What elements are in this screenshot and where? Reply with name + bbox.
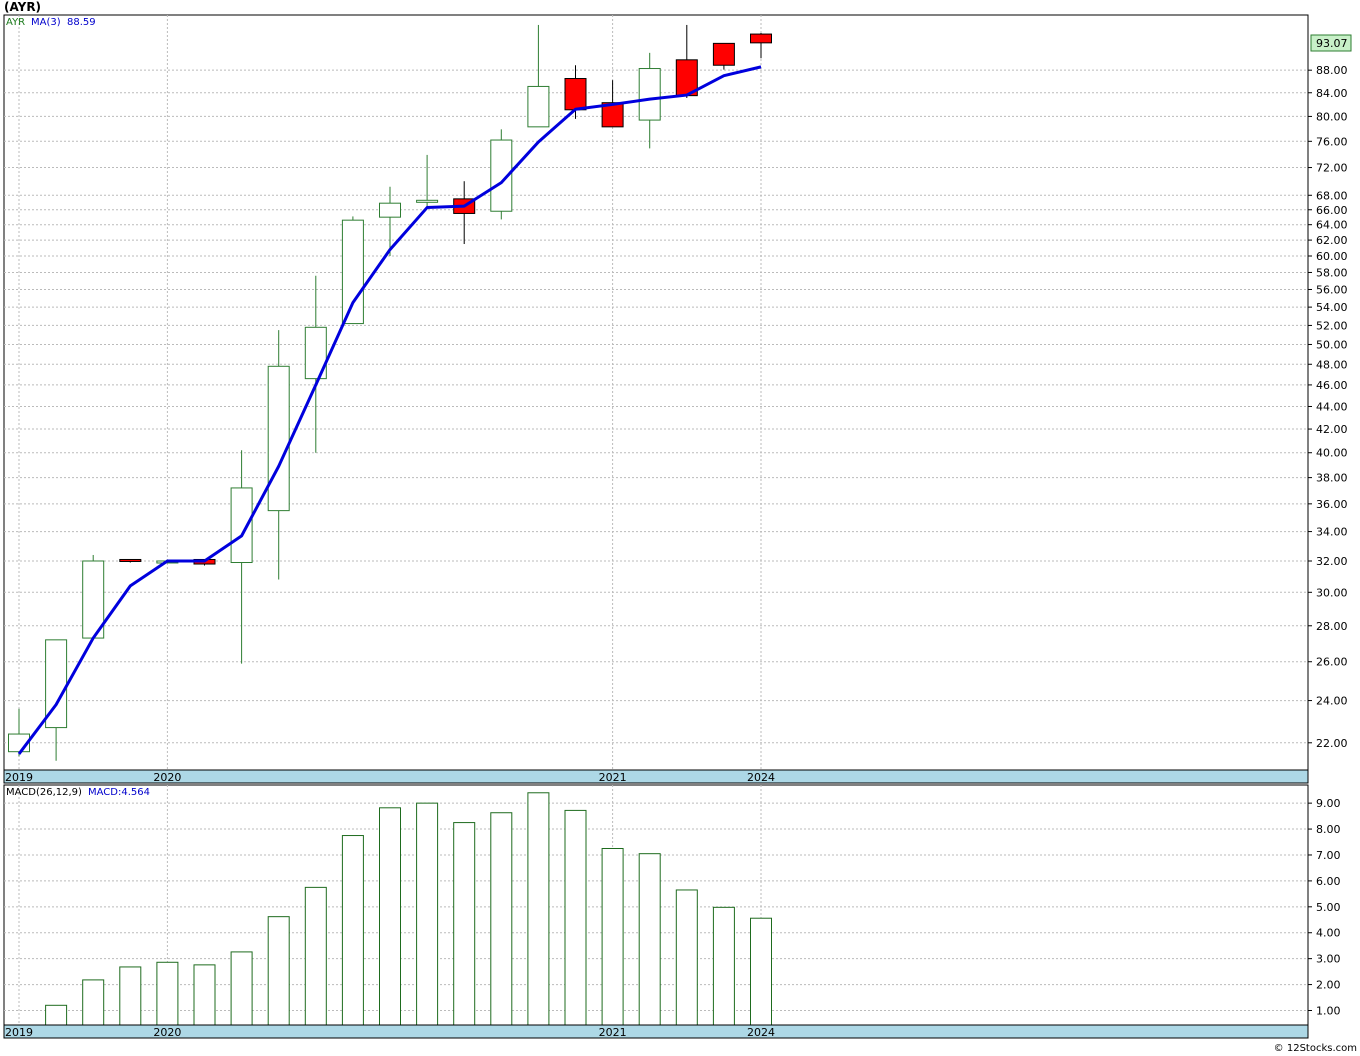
legend-ma-value: 88.59 [67, 17, 96, 28]
macd-bar [267, 916, 290, 1026]
macd-bar [230, 951, 253, 1026]
macd-tick-label: 5.00 [1316, 901, 1341, 914]
price-tick-label: 66.00 [1316, 204, 1348, 217]
price-tick-label: 30.00 [1316, 586, 1348, 599]
chart-canvas: 22.00 24.00 26.00 28.00 30.00 32.00 34.00 36.00… [3, 14, 1352, 1039]
macd-x-tick-label: 2020 [153, 1026, 181, 1039]
candle-body-up [638, 68, 661, 121]
macd-bar [416, 802, 439, 1026]
macd-tick-label: 4.00 [1316, 927, 1341, 940]
macd-tick-label: 9.00 [1316, 797, 1341, 810]
price-tick-label: 58.00 [1316, 266, 1348, 279]
price-tick-label: 72.00 [1316, 162, 1348, 175]
macd-tick-label: 7.00 [1316, 849, 1341, 862]
price-tick-label: 44.00 [1316, 400, 1348, 413]
price-tick-label: 60.00 [1316, 250, 1348, 263]
price-x-tick-label: 2020 [153, 771, 181, 784]
price-tick-label: 56.00 [1316, 283, 1348, 296]
price-tick-label: 40.00 [1316, 447, 1348, 460]
price-tick-label: 62.00 [1316, 234, 1348, 247]
price-tick-label: 84.00 [1316, 87, 1348, 100]
macd-tick-label: 3.00 [1316, 953, 1341, 966]
price-tick-label: 76.00 [1316, 135, 1348, 148]
macd-bar [156, 961, 179, 1026]
macd-x-axis-band [3, 1024, 1309, 1039]
macd-x-tick-label: 2021 [599, 1026, 627, 1039]
price-tick-label: 38.00 [1316, 472, 1348, 485]
price-tick-label: 24.00 [1316, 695, 1348, 708]
price-tick-label: 88.00 [1316, 64, 1348, 77]
candle-body-down [750, 33, 772, 44]
macd-bar [45, 1004, 68, 1026]
macd-bar [341, 835, 364, 1026]
price-tick-label: 28.00 [1316, 620, 1348, 633]
price-x-axis-band [3, 769, 1309, 784]
macd-x-tick-label: 2024 [747, 1026, 775, 1039]
price-tick-label: 54.00 [1316, 301, 1348, 314]
macd-tick-label: 8.00 [1316, 823, 1341, 836]
price-tick-label: 22.00 [1316, 737, 1348, 750]
candle-body-up [416, 199, 439, 203]
macd-bar [490, 812, 513, 1026]
last-price-label: 93.07 [1316, 37, 1348, 50]
macd-bar [712, 906, 735, 1026]
price-tick-label: 42.00 [1316, 423, 1348, 436]
macd-bar [453, 822, 476, 1026]
macd-legend-label: MACD(26,12,9) [6, 787, 82, 798]
price-tick-label: 80.00 [1316, 110, 1348, 123]
price-plot-area [3, 14, 1309, 771]
candle-body-down [712, 42, 735, 66]
macd-bar [750, 917, 772, 1026]
macd-bar [527, 792, 550, 1026]
candle [341, 216, 364, 325]
price-tick-label: 48.00 [1316, 358, 1348, 371]
macd-tick-label: 2.00 [1316, 979, 1341, 992]
candle-body-up [341, 219, 364, 325]
candle-body-down [119, 558, 142, 562]
price-tick-label: 32.00 [1316, 555, 1348, 568]
macd-bar [638, 853, 661, 1026]
legend-symbol: AYR [6, 17, 25, 28]
candle-body-up [267, 365, 290, 512]
price-tick-label: 68.00 [1316, 189, 1348, 202]
macd-bar [601, 847, 624, 1026]
macd-bar [193, 964, 216, 1026]
copyright-footer: © 12Stocks.com [1273, 1043, 1357, 1054]
macd-legend-value: MACD:4.564 [88, 787, 150, 798]
macd-tick-label: 6.00 [1316, 875, 1341, 888]
price-tick-label: 50.00 [1316, 338, 1348, 351]
price-tick-label: 46.00 [1316, 379, 1348, 392]
macd-bar [675, 889, 698, 1026]
legend-ma-label: MA(3) [31, 17, 61, 28]
candle [712, 42, 735, 70]
macd-bar [82, 979, 105, 1026]
candle-body-up [527, 85, 550, 128]
price-tick-label: 26.00 [1316, 656, 1348, 669]
macd-bar [564, 809, 587, 1026]
price-x-tick-label: 2024 [747, 771, 775, 784]
macd-bar [379, 807, 401, 1026]
macd-panel: 1.00 2.00 3.00 4.00 5.00 6.00 7.00 8.00 9.00 MACD… [3, 784, 1341, 1039]
candle-body-up [379, 202, 401, 218]
macd-tick-label: 1.00 [1316, 1004, 1341, 1017]
macd-x-tick-label: 2019 [5, 1026, 33, 1039]
candle-body-down [564, 78, 587, 111]
price-x-tick-label: 2021 [599, 771, 627, 784]
price-tick-label: 34.00 [1316, 526, 1348, 539]
macd-bar [304, 886, 327, 1026]
macd-bar [119, 966, 142, 1026]
price-tick-label: 52.00 [1316, 319, 1348, 332]
price-x-tick-label: 2019 [5, 771, 33, 784]
price-panel: 22.00 24.00 26.00 28.00 30.00 32.00 34.00 36.00… [3, 14, 1352, 784]
price-tick-label: 64.00 [1316, 219, 1348, 232]
chart-page: (AYR) 22.00 24.00 26.00 28.00 30.00 32.00 34.0… [0, 0, 1360, 1056]
price-tick-label: 36.00 [1316, 498, 1348, 511]
